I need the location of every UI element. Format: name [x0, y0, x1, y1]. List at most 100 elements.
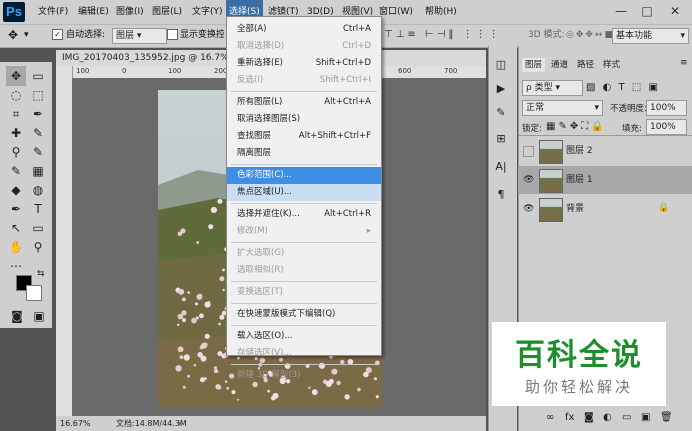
menu-item-label: 所有图层(L): [237, 97, 283, 107]
visibility-eye-icon[interactable]: 👁: [523, 175, 534, 185]
new-layer-icon[interactable]: ▣: [641, 412, 650, 423]
eraser-tool-icon[interactable]: ✎: [6, 161, 26, 181]
folder-icon[interactable]: ▭: [622, 412, 631, 423]
select-menu-item[interactable]: 在快速蒙版模式下编辑(Q): [227, 306, 381, 323]
mask-icon[interactable]: ◙: [584, 412, 594, 423]
layer-name[interactable]: 背景: [566, 195, 584, 223]
select-menu-item[interactable]: 重新选择(E) Shift+Ctrl+D: [227, 55, 381, 72]
panel-tab-0[interactable]: 图层: [522, 58, 546, 72]
clone-source-icon[interactable]: ⊞: [492, 130, 510, 148]
menu-0[interactable]: 文件(F): [35, 0, 71, 24]
visibility-eye-icon[interactable]: 👁: [523, 204, 534, 214]
background-color-swatch[interactable]: [26, 285, 42, 301]
path-select-tool-icon[interactable]: ↖: [6, 218, 26, 238]
panel-tab-1[interactable]: 通道: [548, 58, 571, 72]
workspace-dropdown[interactable]: 基本功能 ▾: [612, 28, 689, 44]
menu-3[interactable]: 图层(L): [149, 0, 185, 24]
select-menu-item[interactable]: 扩大选取(G): [227, 245, 381, 262]
trash-icon[interactable]: 🗑: [660, 412, 673, 423]
auto-select-dropdown[interactable]: 图层 ▾: [112, 28, 167, 44]
select-menu-item[interactable]: 新建 3D 模型(3): [227, 367, 381, 384]
select-menu-item[interactable]: 选择并遮住(K)... Alt+Ctrl+R: [227, 206, 381, 223]
adjustment-icon[interactable]: ◐: [603, 412, 612, 423]
panel-menu-icon[interactable]: ≡: [680, 58, 688, 68]
brush-preset-icon[interactable]: ✎: [492, 104, 510, 122]
marquee-tool-icon[interactable]: ▭: [28, 66, 48, 86]
layer-filter-dropdown[interactable]: ρ 类型 ▾: [522, 80, 583, 96]
layer-name[interactable]: 图层 2: [566, 137, 593, 165]
fx-icon[interactable]: fx: [565, 412, 574, 423]
layer-row[interactable]: 图层 2: [518, 137, 692, 165]
visibility-eye-icon[interactable]: [523, 146, 534, 157]
type-tool-icon[interactable]: T: [28, 199, 48, 219]
select-menu-item[interactable]: 焦点区域(U)...: [227, 184, 381, 201]
panel-tab-2[interactable]: 路径: [574, 58, 597, 72]
select-menu-item[interactable]: 存储选区(V)...: [227, 345, 381, 362]
select-menu-item[interactable]: 隔离图层: [227, 145, 381, 162]
menu-2[interactable]: 图像(I): [113, 0, 147, 24]
hand-tool-icon[interactable]: ✋: [6, 237, 26, 257]
blur-tool-icon[interactable]: ◆: [6, 180, 26, 200]
layer-thumbnail: [539, 140, 563, 164]
minimize-button[interactable]: —: [610, 0, 632, 22]
show-transform-checkbox[interactable]: [167, 24, 178, 46]
select-menu-item[interactable]: 载入选区(O)...: [227, 328, 381, 345]
select-menu-item[interactable]: 取消选择图层(S): [227, 111, 381, 128]
tool-preset-chevron-icon[interactable]: ▾: [24, 24, 29, 46]
history-brush-tool-icon[interactable]: ✎: [28, 142, 48, 162]
eyedropper-tool-icon[interactable]: ✒: [28, 104, 48, 124]
auto-select-checkbox[interactable]: ✓: [52, 24, 63, 46]
layer-name[interactable]: 图层 1: [566, 166, 593, 194]
lock-icons[interactable]: ▦✎✥⛶🔒: [546, 121, 607, 132]
crop-tool-icon[interactable]: ⌗: [6, 104, 26, 124]
character-icon[interactable]: A|: [492, 158, 510, 176]
opacity-input[interactable]: 100%: [646, 100, 687, 116]
select-menu-item[interactable]: 全部(A) Ctrl+A: [227, 21, 381, 38]
mode-3d-icons[interactable]: ◎✥✥↔■: [566, 24, 615, 46]
menu-4[interactable]: 文字(Y): [189, 0, 226, 24]
menu-1[interactable]: 编辑(E): [75, 0, 112, 24]
lasso-tool-icon[interactable]: ◌: [6, 85, 26, 105]
select-menu-item[interactable]: 反选(I) Shift+Ctrl+I: [227, 72, 381, 89]
more-tool-icon[interactable]: ⋯: [6, 256, 26, 276]
swap-colors-icon[interactable]: ⇆: [37, 269, 45, 279]
shape-tool-icon[interactable]: ▭: [28, 218, 48, 238]
quick-mask-icon[interactable]: ◙: [7, 306, 27, 326]
opacity-label: 不透明度:: [610, 104, 647, 114]
link-icon[interactable]: ∞: [546, 412, 554, 423]
pen-tool-icon[interactable]: ✒: [6, 199, 26, 219]
align-icons[interactable]: ⊤⊥≡ ⊢⊣‖ ⋮⋮⋮: [384, 24, 502, 46]
blend-mode-dropdown[interactable]: 正常 ▾: [522, 100, 603, 116]
magic-wand-tool-icon[interactable]: ⬚: [28, 85, 48, 105]
menu-10[interactable]: 帮助(H): [422, 0, 460, 24]
close-button[interactable]: ✕: [664, 0, 686, 22]
move-tool-icon[interactable]: ✥: [8, 24, 18, 46]
paragraph-icon[interactable]: ¶: [492, 186, 510, 204]
select-menu-item[interactable]: 取消选择(D) Ctrl+D: [227, 38, 381, 55]
brush-tool-icon[interactable]: ✎: [28, 123, 48, 143]
select-menu-item[interactable]: 所有图层(L) Alt+Ctrl+A: [227, 94, 381, 111]
actions-play-icon[interactable]: ▶: [492, 80, 510, 98]
select-menu-item[interactable]: 查找图层 Alt+Shift+Ctrl+F: [227, 128, 381, 145]
menu-item-label: 重新选择(E): [237, 58, 284, 68]
layer-row[interactable]: 👁 图层 1: [518, 166, 692, 194]
select-menu-item[interactable]: 选取相似(R): [227, 262, 381, 279]
filter-icons[interactable]: ▧ ◐ T ⬚ ▣: [586, 82, 660, 93]
layer-row[interactable]: 👁 背景 🔒: [518, 195, 692, 223]
zoom-level[interactable]: 16.67%: [60, 416, 91, 431]
select-menu-item[interactable]: 色彩范围(C)...: [227, 167, 381, 184]
dodge-tool-icon[interactable]: ◍: [28, 180, 48, 200]
move-tool-icon[interactable]: ✥: [6, 66, 26, 86]
fill-input[interactable]: 100%: [646, 119, 687, 135]
status-arrow-icon[interactable]: ›: [178, 416, 181, 431]
healing-tool-icon[interactable]: ✚: [6, 123, 26, 143]
zoom-tool-icon[interactable]: ⚲: [28, 237, 48, 257]
select-menu-item[interactable]: 修改(M) ▸: [227, 223, 381, 240]
panel-tab-3[interactable]: 样式: [600, 58, 623, 72]
gradient-tool-icon[interactable]: ▦: [28, 161, 48, 181]
maximize-button[interactable]: □: [636, 0, 658, 22]
history-icon[interactable]: ◫: [492, 56, 510, 74]
clone-stamp-tool-icon[interactable]: ⚲: [6, 142, 26, 162]
select-menu-item[interactable]: 变换选区(T): [227, 284, 381, 301]
screen-mode-icon[interactable]: ▣: [29, 306, 49, 326]
